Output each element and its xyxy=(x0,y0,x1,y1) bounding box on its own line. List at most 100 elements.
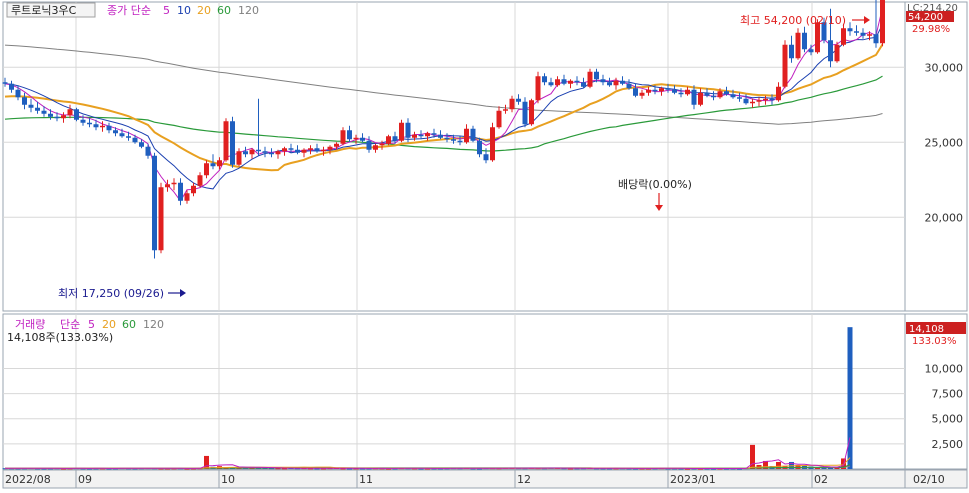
volume-panel[interactable] xyxy=(2,313,906,470)
candle-body[interactable] xyxy=(691,89,697,105)
candle-body[interactable] xyxy=(418,134,424,137)
candle-body[interactable] xyxy=(750,101,755,104)
candle-body[interactable] xyxy=(685,89,690,95)
ma-120-label[interactable]: 120 xyxy=(238,4,259,17)
candle-body[interactable] xyxy=(48,113,53,117)
candle-body[interactable] xyxy=(542,76,547,83)
candle-body[interactable] xyxy=(340,130,346,144)
candle-body[interactable] xyxy=(178,182,183,201)
candle-body[interactable] xyxy=(867,34,872,36)
candle-body[interactable] xyxy=(854,31,859,33)
candle-body[interactable] xyxy=(763,98,768,101)
candle-body[interactable] xyxy=(626,83,632,89)
candle-body[interactable] xyxy=(516,98,521,102)
candle-body[interactable] xyxy=(425,133,430,137)
candle-body[interactable] xyxy=(262,151,268,153)
candle-body[interactable] xyxy=(457,140,463,143)
candle-body[interactable] xyxy=(288,148,294,150)
candle-body[interactable] xyxy=(659,88,664,92)
candle-body[interactable] xyxy=(711,95,716,98)
candle-body[interactable] xyxy=(366,140,372,150)
candle-body[interactable] xyxy=(28,104,34,108)
candle-body[interactable] xyxy=(184,193,190,201)
candle-body[interactable] xyxy=(529,100,534,125)
candle-body[interactable] xyxy=(217,160,222,167)
candle-body[interactable] xyxy=(795,32,801,59)
candle-body[interactable] xyxy=(431,133,437,135)
candle-body[interactable] xyxy=(782,44,788,87)
candle-body[interactable] xyxy=(100,125,105,128)
candle-body[interactable] xyxy=(633,88,638,96)
chart-canvas[interactable]: 50,00045,00040,00035,00030,00025,00020,0… xyxy=(0,0,969,489)
candle-body[interactable] xyxy=(236,151,242,165)
candle-body[interactable] xyxy=(464,128,469,143)
candle-body[interactable] xyxy=(392,136,398,141)
candle-body[interactable] xyxy=(522,101,528,125)
candle-body[interactable] xyxy=(301,149,307,153)
candle-body[interactable] xyxy=(470,128,476,141)
volume-title[interactable]: 거래량 xyxy=(15,318,45,331)
candle-body[interactable] xyxy=(139,142,144,147)
volume-ma-20-label[interactable]: 20 xyxy=(102,318,116,331)
candle-body[interactable] xyxy=(620,80,625,84)
candle-body[interactable] xyxy=(847,28,853,32)
candle-body[interactable] xyxy=(204,163,209,176)
candle-body[interactable] xyxy=(672,89,677,93)
candle-body[interactable] xyxy=(828,40,833,62)
candle-body[interactable] xyxy=(249,149,255,155)
candle-body[interactable] xyxy=(113,130,118,134)
candle-body[interactable] xyxy=(106,125,112,131)
candle-body[interactable] xyxy=(61,115,66,119)
candle-body[interactable] xyxy=(490,127,495,161)
candle-body[interactable] xyxy=(769,98,775,101)
candle-body[interactable] xyxy=(730,94,736,98)
candle-body[interactable] xyxy=(756,100,762,102)
ma-5-label[interactable]: 5 xyxy=(163,4,170,17)
symbol-label[interactable]: 루트로닉3우C xyxy=(11,4,77,17)
candle-body[interactable] xyxy=(548,82,554,86)
candle-body[interactable] xyxy=(334,143,339,147)
candle-body[interactable] xyxy=(841,28,846,45)
candle-body[interactable] xyxy=(698,92,703,105)
candle-body[interactable] xyxy=(509,98,515,110)
candle-body[interactable] xyxy=(41,110,47,114)
volume-ma-60-label[interactable]: 60 xyxy=(122,318,136,331)
candle-body[interactable] xyxy=(737,97,742,99)
candle-body[interactable] xyxy=(373,145,378,150)
candle-body[interactable] xyxy=(243,151,248,155)
candle-body[interactable] xyxy=(834,44,840,62)
candle-body[interactable] xyxy=(314,148,320,152)
candle-body[interactable] xyxy=(347,130,352,140)
candle-body[interactable] xyxy=(704,92,710,96)
candle-body[interactable] xyxy=(158,187,164,251)
candle-body[interactable] xyxy=(535,76,541,101)
candle-body[interactable] xyxy=(587,71,593,87)
candle-body[interactable] xyxy=(308,148,313,150)
candle-body[interactable] xyxy=(503,109,508,111)
candle-body[interactable] xyxy=(724,91,729,95)
candle-body[interactable] xyxy=(145,146,151,156)
candle-body[interactable] xyxy=(386,136,391,144)
candle-body[interactable] xyxy=(652,89,658,92)
candle-body[interactable] xyxy=(555,79,560,86)
candle-body[interactable] xyxy=(210,163,216,167)
candle-body[interactable] xyxy=(171,182,177,185)
candle-body[interactable] xyxy=(353,137,359,140)
candle-body[interactable] xyxy=(594,71,599,80)
candle-body[interactable] xyxy=(412,134,417,138)
candle-body[interactable] xyxy=(743,98,749,104)
volume-bar[interactable] xyxy=(847,327,853,469)
candle-body[interactable] xyxy=(2,82,8,84)
candle-body[interactable] xyxy=(74,109,79,120)
price-legend[interactable]: 루트로닉3우C 종가 단순 5 10 20 60 120 xyxy=(6,2,259,18)
candle-body[interactable] xyxy=(483,154,489,161)
candle-body[interactable] xyxy=(802,32,807,50)
candle-body[interactable] xyxy=(646,89,651,93)
ma-60-label[interactable]: 60 xyxy=(217,4,231,17)
candle-body[interactable] xyxy=(451,139,456,141)
candle-body[interactable] xyxy=(230,121,235,165)
candle-body[interactable] xyxy=(295,149,300,153)
candle-body[interactable] xyxy=(880,0,885,44)
candle-body[interactable] xyxy=(581,82,586,87)
candle-body[interactable] xyxy=(275,151,281,155)
